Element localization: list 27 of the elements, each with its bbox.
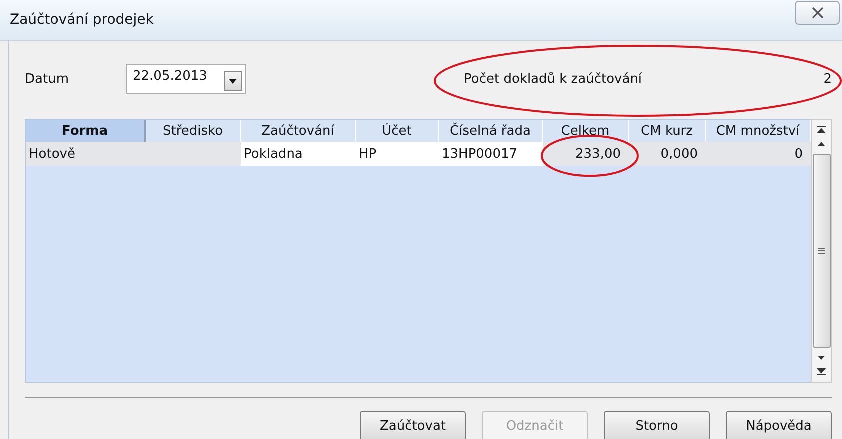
- scroll-top-icon: [817, 126, 826, 134]
- grip-icon: [818, 248, 825, 254]
- table-cell: 13HP00017: [439, 142, 543, 166]
- scroll-down-icon: [818, 356, 825, 360]
- table-cell: 0: [706, 142, 811, 166]
- scroll-up-icon: [818, 142, 825, 146]
- date-field[interactable]: 22.05.2013: [126, 64, 246, 94]
- table-cell: 0,000: [629, 142, 706, 166]
- scroll-bottom-icon: [817, 368, 826, 376]
- table-cell: Pokladna: [241, 142, 356, 166]
- table-cell: HP: [356, 142, 439, 166]
- dialog-button[interactable]: Zaúčtovat: [360, 411, 466, 439]
- date-label: Datum: [25, 72, 70, 86]
- caret-icon: [229, 78, 237, 84]
- window-title: Zaúčtování prodejek: [10, 12, 154, 28]
- table-cell: Hotově: [26, 142, 146, 166]
- close-button[interactable]: [795, 1, 840, 25]
- count-value: 2: [824, 72, 832, 86]
- dialog-button[interactable]: Nápověda: [726, 411, 832, 439]
- column-header[interactable]: Forma: [26, 120, 146, 142]
- dialog-button[interactable]: Storno: [604, 411, 710, 439]
- scroll-thumb[interactable]: [812, 154, 830, 348]
- table-cell: 233,00: [543, 142, 629, 166]
- scrollbar[interactable]: [811, 119, 832, 383]
- close-icon: [810, 7, 824, 19]
- count-label: Počet dokladů k zaúčtování: [464, 72, 644, 86]
- dropdown-button[interactable]: [224, 71, 242, 91]
